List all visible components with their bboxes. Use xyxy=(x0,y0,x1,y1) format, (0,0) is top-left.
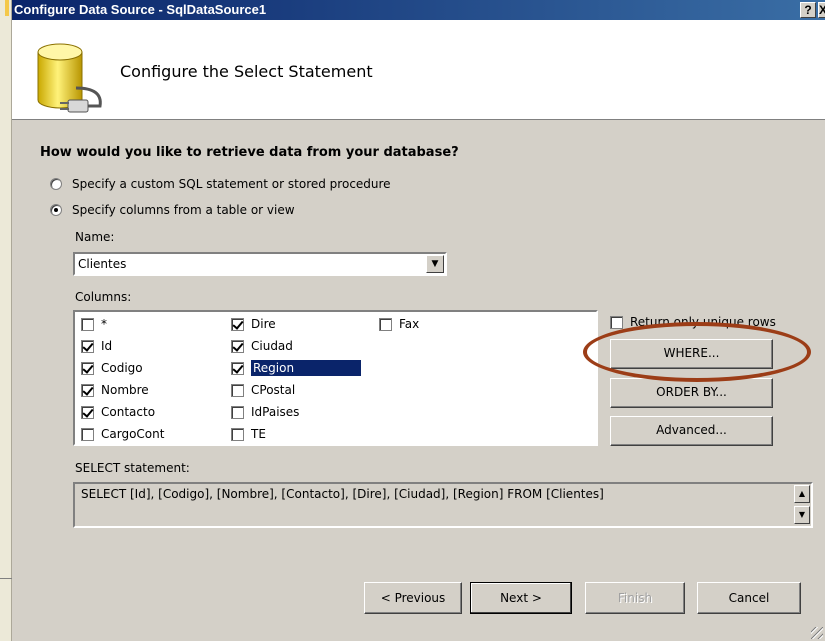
advanced-button[interactable]: Advanced... xyxy=(610,416,773,446)
next-button[interactable]: Next > xyxy=(470,582,572,614)
help-button[interactable]: ? xyxy=(800,2,816,18)
column-label: IdPaises xyxy=(251,405,300,419)
column-label: * xyxy=(101,317,107,331)
column-item[interactable]: IdPaises xyxy=(231,402,299,422)
window-title: Configure Data Source - SqlDataSource1 xyxy=(14,2,267,17)
table-name-dropdown[interactable]: Clientes ▼ xyxy=(73,252,447,276)
column-checkbox[interactable] xyxy=(231,405,244,419)
radio-custom-sql-label: Specify a custom SQL statement or stored… xyxy=(72,177,391,191)
column-item[interactable]: * xyxy=(81,314,107,334)
column-item[interactable]: CPostal xyxy=(231,380,295,400)
column-label: Ciudad xyxy=(251,339,293,353)
column-checkbox[interactable] xyxy=(81,317,94,331)
column-item[interactable]: Nombre xyxy=(81,380,149,400)
order-by-button[interactable]: ORDER BY... xyxy=(610,378,773,408)
background-window-edge xyxy=(0,0,12,641)
column-label: Id xyxy=(101,339,113,353)
column-label: CargoCont xyxy=(101,427,165,441)
column-checkbox[interactable] xyxy=(379,317,392,331)
title-bar[interactable]: Configure Data Source - SqlDataSource1 ?… xyxy=(12,0,825,20)
radio-table-columns-label: Specify columns from a table or view xyxy=(72,203,295,217)
column-checkbox[interactable] xyxy=(231,361,244,375)
previous-button[interactable]: < Previous xyxy=(364,582,462,614)
scroll-up-icon[interactable]: ▲ xyxy=(794,485,810,503)
radio-table-columns[interactable]: Specify columns from a table or view xyxy=(50,201,295,219)
column-checkbox[interactable] xyxy=(231,317,244,331)
chevron-down-icon[interactable]: ▼ xyxy=(426,255,444,273)
select-statement-label: SELECT statement: xyxy=(75,461,190,475)
unique-rows-checkbox[interactable] xyxy=(610,315,623,329)
configure-data-source-dialog: Configure Data Source - SqlDataSource1 ?… xyxy=(0,0,825,641)
column-label: TE xyxy=(251,427,266,441)
column-label: Codigo xyxy=(101,361,143,375)
select-statement-box[interactable]: SELECT [Id], [Codigo], [Nombre], [Contac… xyxy=(73,482,813,528)
close-button[interactable]: X xyxy=(818,2,825,18)
database-plug-icon xyxy=(37,43,102,113)
column-checkbox[interactable] xyxy=(231,339,244,353)
resize-grip-icon[interactable] xyxy=(811,627,823,639)
scroll-down-icon[interactable]: ▼ xyxy=(794,506,810,524)
wizard-header: Configure the Select Statement xyxy=(12,20,825,120)
column-checkbox[interactable] xyxy=(231,427,244,441)
select-statement-text: SELECT [Id], [Codigo], [Nombre], [Contac… xyxy=(81,487,604,501)
column-checkbox[interactable] xyxy=(81,339,94,353)
column-checkbox[interactable] xyxy=(81,405,94,419)
column-item[interactable]: Dire xyxy=(231,314,276,334)
where-highlight-annotation xyxy=(583,322,811,382)
column-checkbox[interactable] xyxy=(231,383,244,397)
cancel-button[interactable]: Cancel xyxy=(697,582,801,614)
radio-custom-sql-indicator[interactable] xyxy=(50,178,62,190)
name-label: Name: xyxy=(75,230,115,244)
column-item[interactable]: Contacto xyxy=(81,402,155,422)
background-window-accent xyxy=(5,0,9,16)
column-item[interactable]: CargoCont xyxy=(81,424,164,444)
column-label: Region xyxy=(251,360,361,376)
column-checkbox[interactable] xyxy=(81,383,94,397)
column-label: Dire xyxy=(251,317,276,331)
column-item[interactable]: Region xyxy=(231,358,361,378)
finish-button[interactable]: Finish xyxy=(585,582,685,614)
column-item[interactable]: Id xyxy=(81,336,112,356)
column-label: Nombre xyxy=(101,383,149,397)
columns-label: Columns: xyxy=(75,290,132,304)
radio-table-columns-indicator[interactable] xyxy=(50,204,62,216)
table-name-value: Clientes xyxy=(78,257,127,271)
radio-custom-sql[interactable]: Specify a custom SQL statement or stored… xyxy=(50,175,391,193)
background-window-divider xyxy=(0,578,12,579)
column-checkbox[interactable] xyxy=(81,427,94,441)
retrieve-question: How would you like to retrieve data from… xyxy=(40,145,459,160)
column-item[interactable]: TE xyxy=(231,424,266,444)
column-label: Contacto xyxy=(101,405,156,419)
column-checkbox[interactable] xyxy=(81,361,94,375)
column-label: CPostal xyxy=(251,383,296,397)
column-item[interactable]: Ciudad xyxy=(231,336,293,356)
column-item[interactable]: Fax xyxy=(379,314,419,334)
page-title: Configure the Select Statement xyxy=(120,62,373,81)
column-item[interactable]: Codigo xyxy=(81,358,143,378)
column-label: Fax xyxy=(399,317,420,331)
columns-list[interactable]: * Id Codigo Nombre Contacto CargoCont Di… xyxy=(73,310,598,446)
